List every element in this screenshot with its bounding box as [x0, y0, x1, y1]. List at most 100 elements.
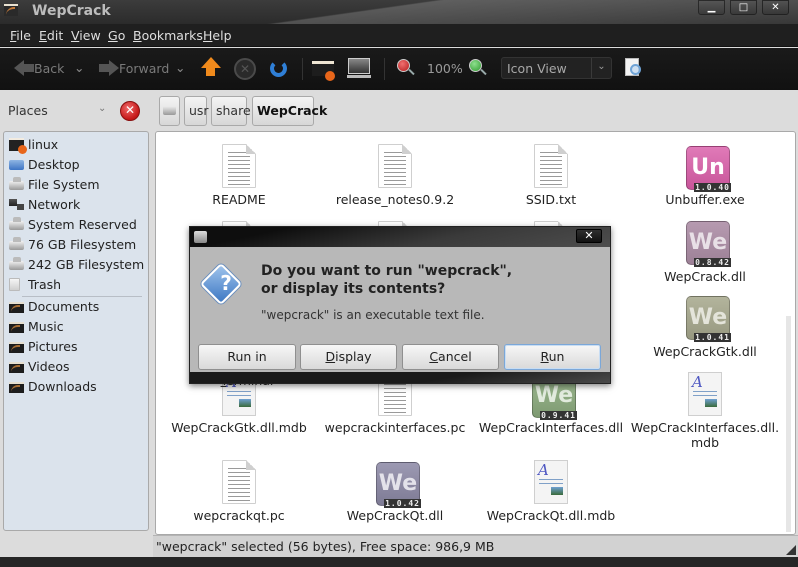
menu-edit[interactable]: Edit — [39, 28, 63, 43]
menu-help[interactable]: Help — [203, 28, 232, 43]
network-icon — [9, 199, 24, 210]
version-badge: 0.9.41 — [540, 411, 577, 420]
maximize-button[interactable]: □ — [730, 0, 757, 15]
home-button[interactable] — [312, 57, 336, 81]
view-mode-value: Icon View — [507, 61, 567, 76]
path-crumb-share[interactable]: share — [211, 96, 251, 126]
file-item-unbuffer[interactable]: Un 1.0.40 Unbuffer.exe — [630, 144, 780, 208]
path-crumb-wepcrack[interactable]: WepCrack — [252, 96, 327, 126]
text-file-icon — [534, 144, 568, 188]
file-item-wepcrackqt-dll[interactable]: We 1.0.42 WepCrackQt.dll — [320, 460, 470, 524]
question-mark: ? — [220, 271, 232, 295]
toolbar-separator — [384, 58, 385, 80]
file-item-wepcrackgtk-dll[interactable]: We 1.0.41 WepCrackGtk.dll — [630, 294, 780, 359]
version-badge: 1.0.42 — [384, 499, 421, 508]
rtf-glyph: A — [692, 373, 703, 391]
file-item-wepcrackqt-pc[interactable]: wepcrackqt.pc — [164, 460, 314, 524]
dialog-heading: Do you want to run "wepcrack", or displa… — [261, 262, 591, 298]
file-item-wepcrackqt-mdb[interactable]: A WepCrackQt.dll.mdb — [476, 460, 626, 524]
search-icon — [630, 64, 641, 75]
file-name: wepcrackinterfaces.pc — [324, 420, 466, 435]
file-name: WepCrackInterfaces.dll — [478, 420, 624, 435]
sidebar-item-label: Music — [28, 319, 64, 334]
view-mode-select[interactable]: Icon View ⌄ — [501, 57, 612, 79]
file-name: WepCrackQt.dll.mdb — [486, 508, 616, 523]
file-name-line2: mdb — [690, 435, 720, 450]
menu-go-label: o — [117, 28, 126, 43]
path-root-button[interactable] — [159, 96, 180, 126]
dialog-close-button[interactable]: ✕ — [576, 229, 602, 243]
resize-grip[interactable] — [786, 545, 796, 555]
back-history-dropdown[interactable]: ⌄ — [74, 60, 84, 75]
cancel-button[interactable]: Cancel — [402, 344, 499, 370]
folder-app-icon — [4, 4, 18, 16]
button-mnemonic: D — [325, 349, 336, 364]
icon-badge-text: Un — [691, 155, 725, 180]
library-icon: We 1.0.42 — [376, 462, 421, 508]
places-dropdown-chevron[interactable]: ⌄ — [98, 103, 106, 114]
text-file-icon — [378, 144, 412, 188]
sidebar-item-label: File System — [28, 177, 100, 192]
run-in-terminal-button[interactable]: Run in Terminal — [198, 344, 296, 388]
sidebar-item-label: Downloads — [28, 379, 97, 394]
sidebar-item-label: System Reserved — [28, 217, 137, 232]
drive-icon — [9, 257, 24, 270]
display-button[interactable]: Display — [300, 344, 397, 370]
dialog-heading-line2: or display its contents? — [261, 281, 446, 297]
file-item-wepcrack-dll[interactable]: We 0.8.42 WepCrack.dll — [630, 219, 780, 284]
button-mnemonic: R — [540, 349, 549, 364]
menu-help-label: elp — [212, 28, 232, 43]
file-item-ssid[interactable]: SSID.txt — [476, 144, 626, 208]
computer-base — [347, 75, 371, 78]
file-item-wepcrackinterfaces-mdb[interactable]: A WepCrackInterfaces.dll. mdb — [630, 372, 780, 452]
menu-go[interactable]: Go — [108, 28, 125, 43]
rich-text-file-icon: A — [688, 372, 722, 416]
menu-file[interactable]: File — [10, 28, 31, 43]
stop-icon: ✕ — [239, 62, 251, 76]
zoom-level: 100% — [427, 61, 463, 76]
trash-icon — [9, 278, 20, 291]
close-window-button[interactable]: ✕ — [762, 0, 789, 15]
file-name: WepCrackInterfaces.dll. mdb — [630, 420, 780, 450]
rich-text-file-icon: A — [534, 460, 568, 504]
reload-button[interactable] — [268, 57, 290, 79]
file-item-readme[interactable]: README — [164, 144, 314, 208]
icon-badge-text: We — [688, 230, 728, 255]
file-item-release-notes[interactable]: release_notes0.9.2 — [320, 144, 470, 208]
file-name: WepCrack.dll — [664, 269, 746, 284]
zoom-in-button[interactable] — [469, 59, 487, 79]
folder-icon — [9, 322, 24, 333]
vertical-scrollbar[interactable] — [786, 316, 791, 532]
search-button[interactable] — [625, 58, 645, 80]
sidebar-item-label: linux — [28, 137, 59, 152]
back-label: Back — [34, 61, 65, 76]
button-label: un — [548, 349, 565, 364]
drive-icon — [9, 237, 24, 250]
toolbar: Back ⌄ Forward ⌄ ✕ 100% — [0, 48, 798, 90]
menu-view[interactable]: View — [71, 28, 101, 43]
menu-edit-label: dit — [46, 28, 64, 43]
zoom-in-handle — [480, 68, 487, 76]
sidebar-item-label: Documents — [28, 299, 100, 314]
version-badge: 0.8.42 — [694, 258, 731, 267]
menu-help-mnemonic: H — [203, 28, 213, 43]
button-label: isplay — [335, 349, 372, 364]
stop-button[interactable]: ✕ — [234, 58, 256, 80]
home-badge-icon — [325, 71, 335, 81]
folder-icon — [9, 302, 24, 313]
minimize-button[interactable]: ▁ — [698, 0, 725, 15]
zoom-out-button[interactable] — [397, 59, 415, 79]
menu-edit-mnemonic: E — [39, 28, 47, 43]
menu-file-label: ile — [16, 28, 31, 43]
menu-bookmarks[interactable]: Bookmarks — [133, 28, 203, 43]
file-name: Unbuffer.exe — [665, 192, 745, 207]
forward-history-dropdown[interactable]: ⌄ — [175, 60, 185, 75]
computer-button[interactable] — [347, 58, 371, 80]
close-sidebar-button[interactable]: ✕ — [120, 101, 140, 121]
forward-button[interactable]: Forward — [97, 48, 177, 90]
run-button[interactable]: Run — [504, 344, 601, 370]
path-crumb-usr[interactable]: usr — [184, 96, 209, 126]
rtf-picture — [551, 487, 563, 495]
up-button[interactable] — [200, 57, 222, 81]
sidebar-item-label: Trash — [28, 277, 62, 292]
